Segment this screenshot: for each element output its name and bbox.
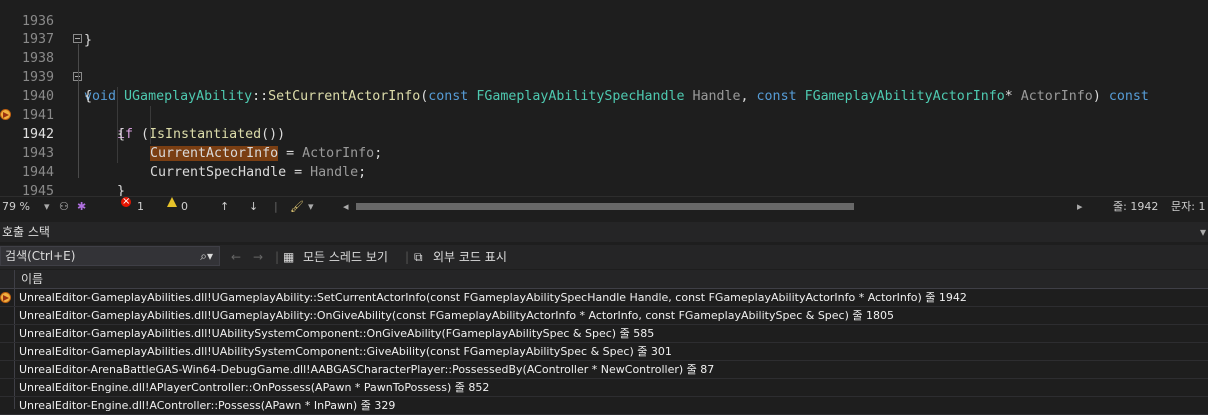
indent-guide [117,87,118,163]
code-line: 1940 if (IsInstantiated()) [0,68,1208,142]
editor-status-bar: 79 % ▾ ⚇ ✱ 1 0 ↑ ↓ | 🖌 ▾ ◂ ▸ 줄: 1942 문자:… [0,192,1208,217]
code-line: 1941 { [0,87,1208,142]
line-indicator: 줄: 1942 [1113,200,1159,213]
column-indicator: 문자: 1 [1171,200,1206,213]
forward-arrow-icon[interactable]: → [253,245,263,269]
warning-count[interactable]: 0 [181,197,188,217]
threads-icon: ▦ [283,250,295,264]
stack-frame-row[interactable]: UnrealEditor-GameplayAbilities.dll!UAbil… [0,325,1208,343]
chevron-down-icon[interactable]: ▾ [308,197,314,217]
current-frame-arrow-icon [0,292,11,303]
code-line-current: 1942 CurrentActorInfo = ActorInfo; [0,106,1208,161]
search-input[interactable]: 검색(Ctrl+E) ⌕▾ [0,246,220,266]
intellicode-icon[interactable]: ✱ [77,197,86,217]
zoom-level[interactable]: 79 % [2,197,30,217]
current-statement-arrow-icon [0,109,11,120]
chevron-down-icon[interactable]: ▾ [1200,222,1206,242]
collapse-toggle[interactable] [73,34,82,43]
stack-frame-row[interactable]: UnrealEditor-GameplayAbilities.dll!UGame… [0,307,1208,325]
chevron-down-icon[interactable]: ▾ [44,197,50,217]
column-header: 이름 [0,270,1208,289]
code-editor[interactable]: 1936 } 1937 1938 void UGameplayAbility::… [0,0,1208,196]
stack-frame-row[interactable]: UnrealEditor-GameplayAbilities.dll!UAbil… [0,343,1208,361]
stack-frame-row[interactable]: UnrealEditor-Engine.dll!APlayerControlle… [0,379,1208,397]
show-external-code-button[interactable]: 외부 코드 표시 [433,245,507,269]
stack-frame-row[interactable]: UnrealEditor-GameplayAbilities.dll!UGame… [0,289,1208,307]
back-arrow-icon[interactable]: ← [231,245,241,269]
call-stack-toolbar: 검색(Ctrl+E) ⌕▾ ← → | ▦ 모든 스레드 보기 | ⧉ 외부 코… [0,245,1208,269]
call-stack-list: UnrealEditor-GameplayAbilities.dll!UGame… [0,289,1208,415]
code-line: 1944 } [0,144,1208,196]
error-icon [121,192,131,212]
scroll-right-icon[interactable]: ▸ [1077,197,1083,217]
code-line: 1938 void UGameplayAbility::SetCurrentAc… [0,30,1208,104]
scroll-left-icon[interactable]: ◂ [343,197,349,217]
warning-icon [167,197,177,207]
divider: | [405,250,410,264]
call-stack-panel-title: 호출 스택 ▾ [0,222,1208,242]
stack-frame-row[interactable]: UnrealEditor-Engine.dll!AController::Pos… [0,397,1208,415]
name-column-header[interactable]: 이름 [21,270,43,288]
horizontal-scrollbar-thumb[interactable] [356,203,854,210]
code-line: 1945 } [0,163,1208,196]
divider: | [275,250,280,264]
code-line: 1943 CurrentSpecHandle = Handle; [0,125,1208,180]
stack-frame-row[interactable]: UnrealEditor-ArenaBattleGAS-Win64-DebugG… [0,361,1208,379]
divider: | [274,200,278,213]
external-code-icon: ⧉ [414,250,423,264]
search-icon[interactable]: ⌕▾ [200,247,213,265]
code-line: 1937 [0,11,1208,47]
code-line: 1939 { [0,49,1208,104]
fold-guide [78,44,79,178]
error-count[interactable]: 1 [137,197,144,217]
copilot-icon[interactable]: ⚇ [59,197,69,217]
arrow-up-icon[interactable]: ↑ [220,197,229,217]
code-cleanup-icon[interactable]: 🖌 [290,197,304,217]
indent-guide [150,106,151,144]
show-all-threads-button[interactable]: 모든 스레드 보기 [303,245,388,269]
arrow-down-icon[interactable]: ↓ [249,197,258,217]
code-line: 1946 [0,182,1208,196]
